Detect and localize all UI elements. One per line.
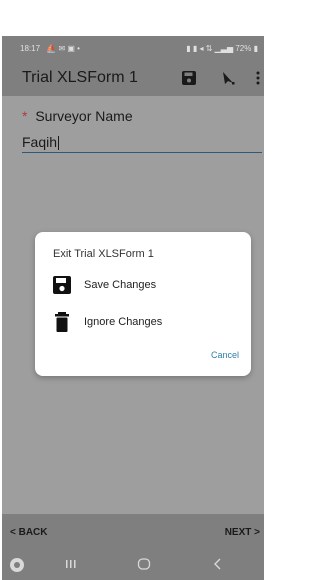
question-text: Surveyor Name: [35, 108, 133, 124]
battery-percent: 72%: [235, 44, 252, 53]
back-button[interactable]: < BACK: [10, 527, 48, 538]
save-icon[interactable]: [182, 71, 196, 90]
answer-value: Faqih: [22, 134, 58, 150]
status-right: ▮ ▮ ◂ ⇅ ▁▃▅ 72% ▮: [186, 44, 258, 53]
send-icon[interactable]: [221, 71, 235, 90]
app-bar: Trial XLSForm 1: [2, 60, 264, 96]
status-time: 18:17 ⛵ ✉ ▣ •: [20, 44, 80, 53]
question-label: * Surveyor Name: [22, 108, 133, 124]
signal-icons: ▮ ▮ ◂ ⇅ ▁▃▅: [186, 44, 234, 53]
more-icon[interactable]: [256, 71, 260, 90]
save-changes-option[interactable]: Save Changes: [53, 275, 156, 295]
system-nav-bar: [2, 552, 264, 580]
save-icon: [53, 275, 71, 295]
dialog-title: Exit Trial XLSForm 1: [53, 248, 154, 260]
notification-icons: ⛵ ✉ ▣ •: [46, 44, 80, 53]
assistant-icon[interactable]: [10, 558, 24, 575]
top-margin: [2, 0, 264, 36]
bottom-nav-bar: < BACK NEXT >: [2, 514, 264, 552]
next-button[interactable]: NEXT >: [225, 527, 260, 538]
text-cursor: [58, 136, 60, 151]
exit-dialog: Exit Trial XLSForm 1 Save Changes Ignore…: [35, 232, 251, 376]
surveyor-name-input[interactable]: Faqih: [22, 134, 262, 154]
required-mark: *: [22, 108, 28, 124]
home-icon[interactable]: [137, 557, 151, 574]
recent-apps-icon[interactable]: [64, 557, 78, 574]
trash-icon: [53, 312, 71, 332]
battery-icon: ▮: [253, 44, 258, 53]
cancel-button[interactable]: Cancel: [211, 350, 239, 360]
save-changes-label: Save Changes: [84, 279, 157, 291]
app-title: Trial XLSForm 1: [22, 69, 138, 86]
status-bar: 18:17 ⛵ ✉ ▣ • ▮ ▮ ◂ ⇅ ▁▃▅ 72% ▮: [2, 36, 264, 60]
ignore-changes-option[interactable]: Ignore Changes: [53, 312, 162, 332]
back-nav-icon[interactable]: [211, 557, 225, 574]
ignore-changes-label: Ignore Changes: [84, 316, 163, 328]
